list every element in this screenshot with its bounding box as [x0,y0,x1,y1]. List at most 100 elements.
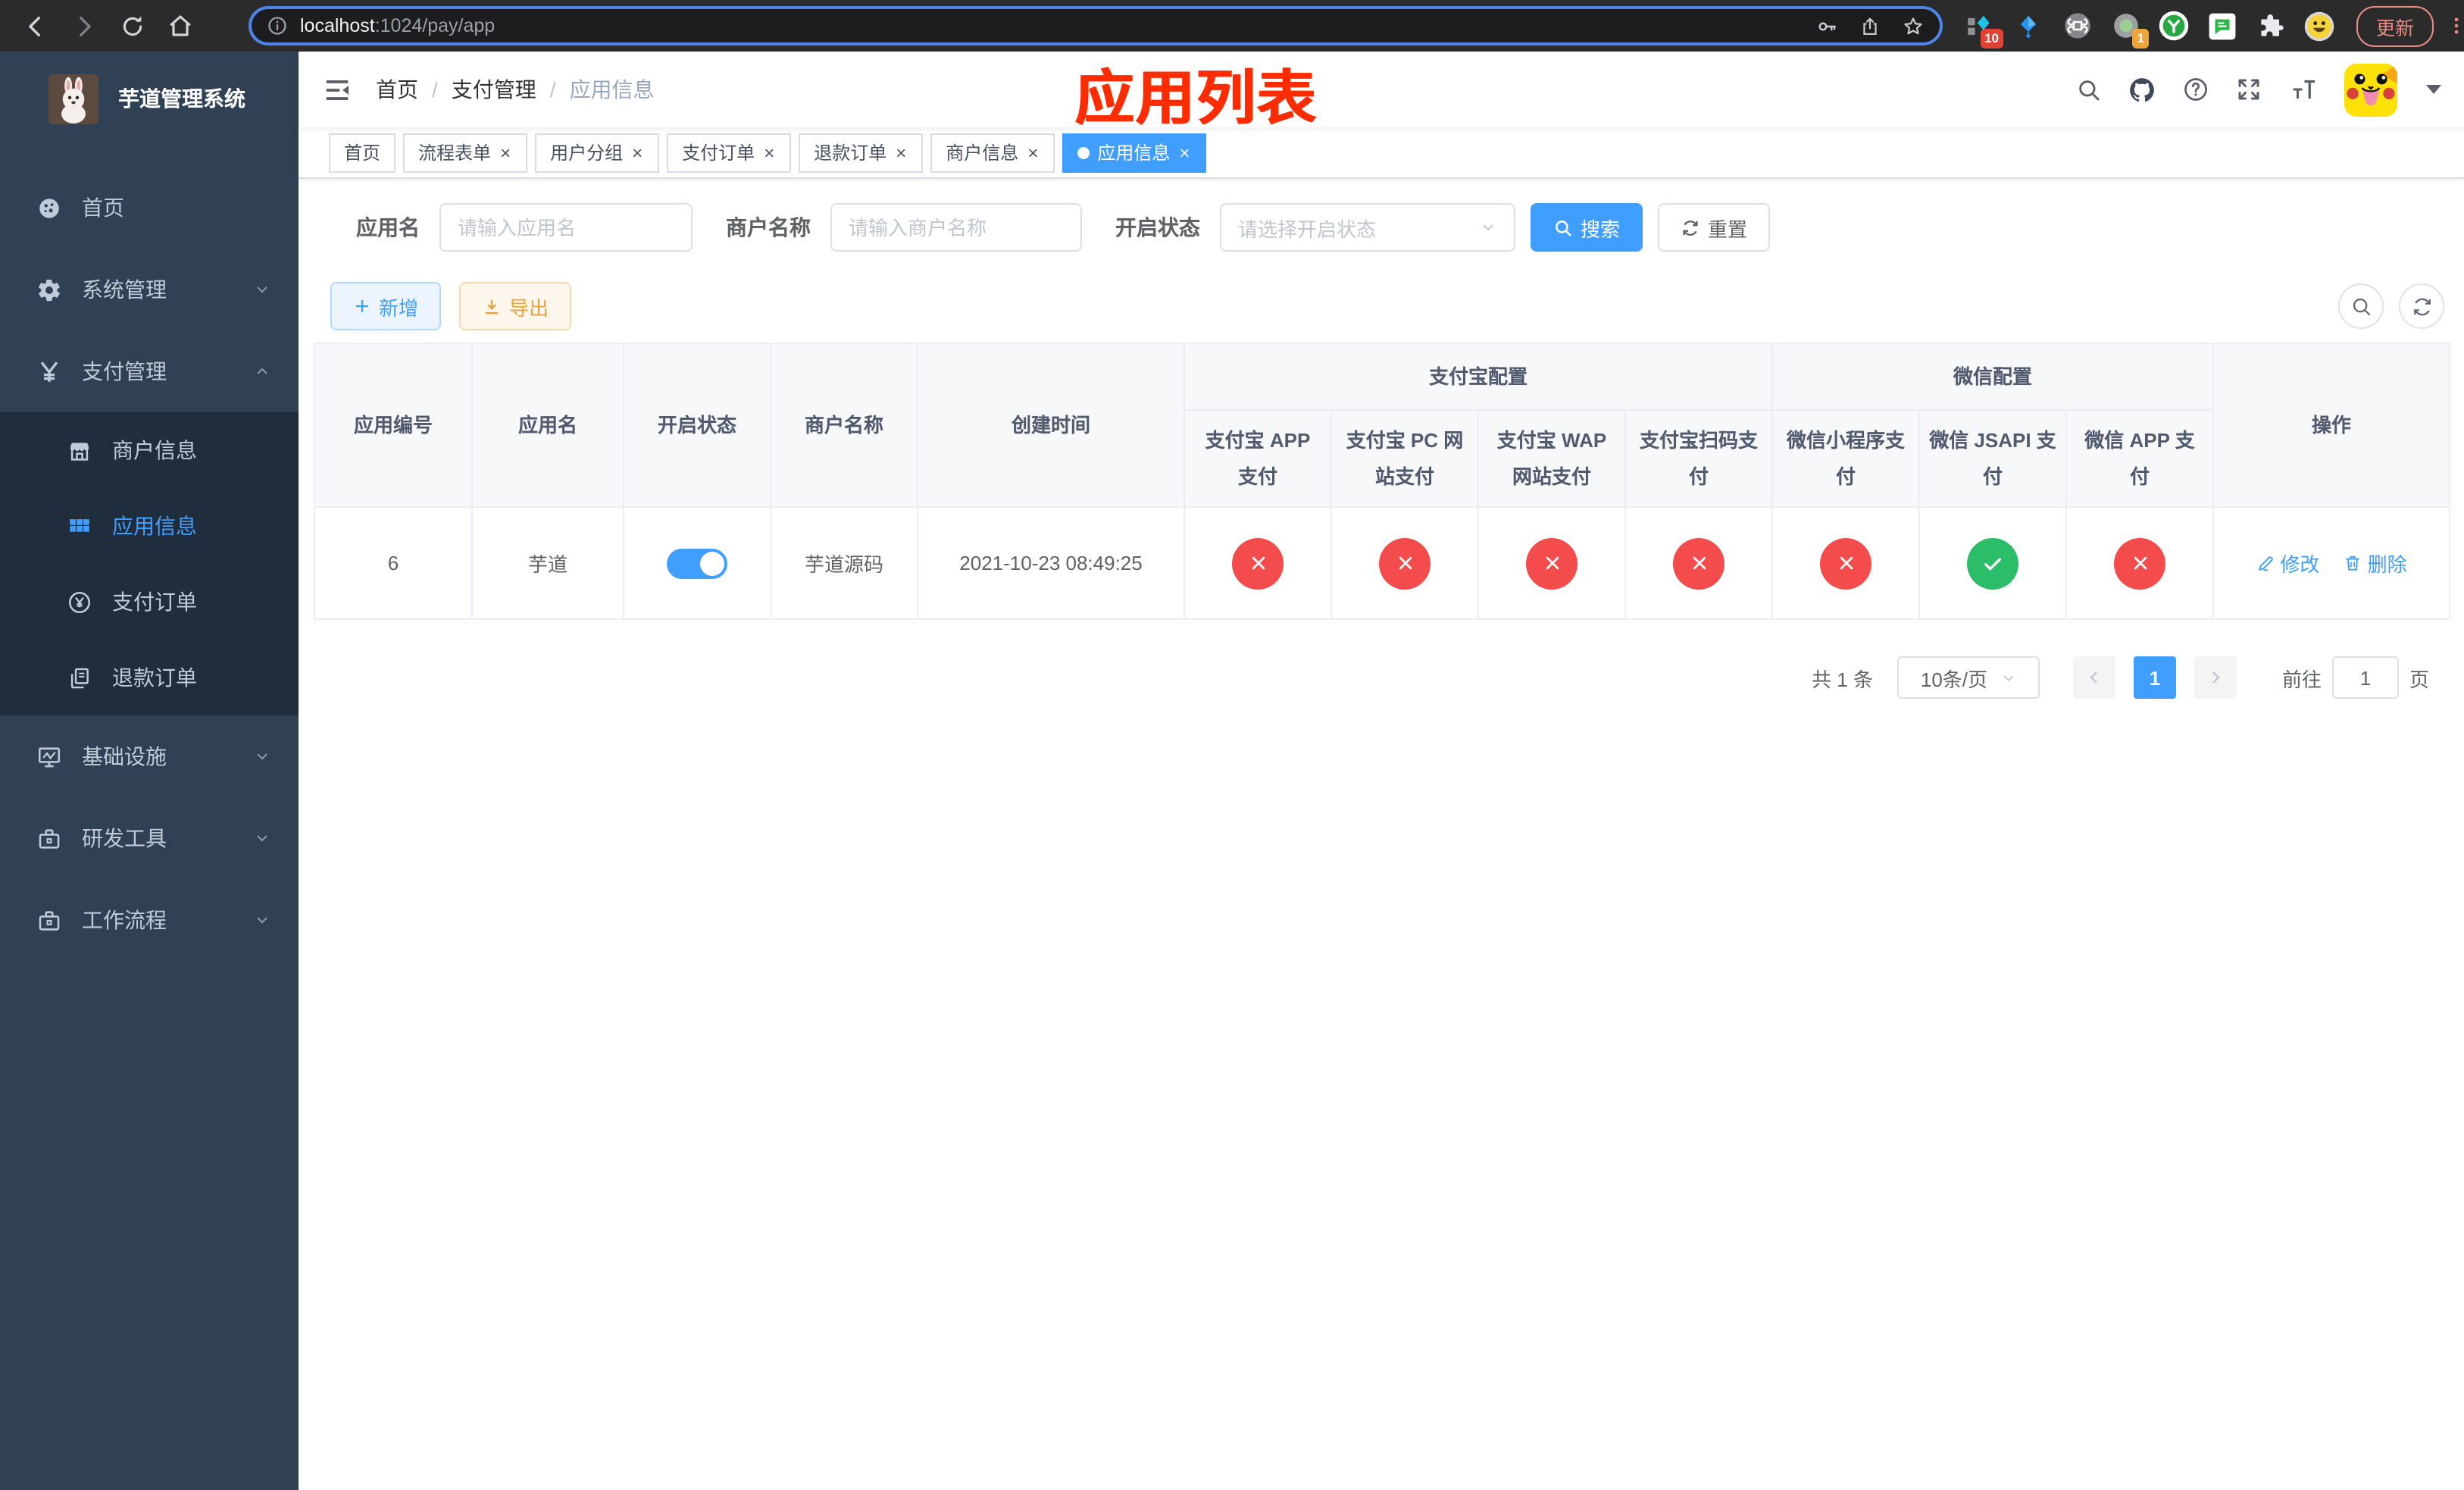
browser-menu-icon[interactable] [2446,14,2464,38]
extension-yudao-icon[interactable] [2158,10,2190,42]
sidebar-item-system[interactable]: 系统管理 [0,249,299,330]
col-alipay-qr: 支付宝扫码支付 [1624,409,1774,508]
reset-button[interactable]: 重置 [1658,203,1771,252]
col-wechat-app: 微信 APP 支付 [2065,409,2215,508]
close-icon[interactable]: × [630,143,644,161]
sidebar-item-merchant-info[interactable]: 商户信息 [0,412,299,488]
delete-link[interactable]: 删除 [2344,549,2407,578]
delete-link-label: 删除 [2367,553,2407,576]
refresh-icon[interactable] [2399,283,2445,329]
app-name-input[interactable] [439,203,693,252]
goto-page-input[interactable] [2332,656,2399,699]
add-button-label: 新增 [379,296,419,319]
breadcrumb-separator: / [549,77,556,102]
url-text[interactable]: localhost:1024/pay/app [300,15,1794,36]
extension-chat-icon[interactable] [2206,10,2238,42]
sidebar-item-label: 基础设施 [82,744,167,768]
extension-sidebar-icon[interactable]: 10 [1964,10,2003,48]
extensions-puzzle-icon[interactable] [2255,10,2287,42]
close-icon[interactable]: × [499,143,512,161]
breadcrumb-home[interactable]: 首页 [376,74,418,105]
github-icon[interactable] [2128,75,2156,104]
tab-user-group[interactable]: 用户分组 × [535,133,660,172]
cell-status [623,506,771,620]
sidebar-item-home[interactable]: 首页 [0,167,299,249]
avatar-caret-icon[interactable] [2426,85,2442,94]
goto-page: 前往 页 [2282,656,2429,699]
search-button[interactable]: 搜索 [1531,203,1643,252]
password-key-icon[interactable] [1815,14,1838,37]
edit-link[interactable]: 修改 [2256,549,2319,578]
enabled-toggle[interactable] [667,548,727,578]
font-size-icon[interactable] [2288,76,2319,103]
group-alipay-config: 支付宝配置 [1183,343,1774,411]
site-info-icon[interactable] [267,15,288,36]
tab-process-form[interactable]: 流程表单 × [403,133,528,172]
close-icon[interactable]: × [762,143,776,161]
close-icon[interactable]: × [894,143,908,161]
channel-status-icon [2114,537,2166,589]
tab-refund-order[interactable]: 退款订单 × [799,133,924,172]
page-number-1[interactable]: 1 [2133,656,2176,699]
status-select[interactable]: 请选择开启状态 [1220,203,1515,252]
merchant-name-input[interactable] [830,203,1082,252]
channel-status-icon [1820,537,1872,589]
prev-page-button[interactable] [2072,656,2115,699]
help-icon[interactable] [2182,76,2209,103]
hide-search-icon[interactable] [2338,283,2384,329]
browser-forward-icon[interactable] [64,6,103,45]
sidebar-item-app-info[interactable]: 应用信息 [0,488,299,564]
sidebar-item-payment[interactable]: 支付管理 [0,330,299,412]
channel-status-icon [1673,537,1724,589]
active-dot [1077,146,1090,158]
table-option-buttons [2338,283,2445,329]
close-icon[interactable]: × [1177,143,1191,161]
dashboard-icon [36,195,62,221]
header-search-icon[interactable] [2076,77,2102,102]
app-table: 应用编号 应用名 开启状态 商户名称 创建时间 支付宝配置 微信配置 操作 支付… [314,343,2451,620]
sidebar-item-workflow[interactable]: 工作流程 [0,879,299,961]
extension-kite-icon[interactable] [2012,10,2044,42]
browser-reload-icon[interactable] [112,6,152,45]
tab-home[interactable]: 首页 [329,133,396,172]
browser-update-button[interactable]: 更新 [2356,5,2434,46]
page-size-label: 10条/页 [1920,668,1988,690]
cell-merchant: 芋道源码 [770,506,918,620]
next-page-button[interactable] [2194,656,2237,699]
browser-back-icon[interactable] [15,6,55,45]
close-icon[interactable]: × [1026,143,1040,161]
add-button[interactable]: 新增 [330,282,442,330]
extension-recorder-icon[interactable]: 1 [2109,10,2149,48]
browser-toolbar: localhost:1024/pay/app 10 1 更新 [0,0,2464,52]
extension-badge: 1 [2132,29,2149,48]
pagination-total: 共 1 条 [1812,668,1873,690]
shop-icon [67,437,92,463]
extension-command-icon[interactable] [2061,10,2093,42]
breadcrumb-payment[interactable]: 支付管理 [452,74,536,105]
sidebar-collapse-icon[interactable] [323,75,352,104]
tab-merchant-info[interactable]: 商户信息 × [930,133,1055,172]
user-avatar[interactable] [2344,63,2398,116]
export-button[interactable]: 导出 [459,282,572,330]
sidebar-item-pay-order[interactable]: 支付订单 [0,564,299,640]
tab-app-info[interactable]: 应用信息 × [1062,133,1207,172]
screen: localhost:1024/pay/app 10 1 更新 芋道管理系统 首页… [0,0,2464,1490]
sidebar-item-label: 支付管理 [82,359,167,383]
status-label: 开启状态 [1115,215,1200,239]
col-merchant: 商户名称 [770,343,918,508]
bookmark-star-icon[interactable] [1902,14,1925,37]
sidebar-item-infrastructure[interactable]: 基础设施 [0,715,299,797]
browser-home-icon[interactable] [161,6,200,45]
fullscreen-icon[interactable] [2235,76,2262,103]
page-size-select[interactable]: 10条/页 [1896,656,2040,699]
address-bar[interactable]: localhost:1024/pay/app [249,6,1943,45]
share-icon[interactable] [1859,14,1881,37]
col-created: 创建时间 [917,343,1185,508]
tab-pay-order[interactable]: 支付订单 × [667,133,792,172]
app-logo[interactable]: 芋道管理系统 [0,52,299,146]
channel-status-icon [1967,537,2019,589]
profile-smiley-avatar[interactable] [2303,10,2335,42]
sidebar-item-dev-tools[interactable]: 研发工具 [0,797,299,879]
extension-badge: 10 [1980,29,2003,48]
sidebar-item-refund-order[interactable]: 退款订单 [0,640,299,715]
